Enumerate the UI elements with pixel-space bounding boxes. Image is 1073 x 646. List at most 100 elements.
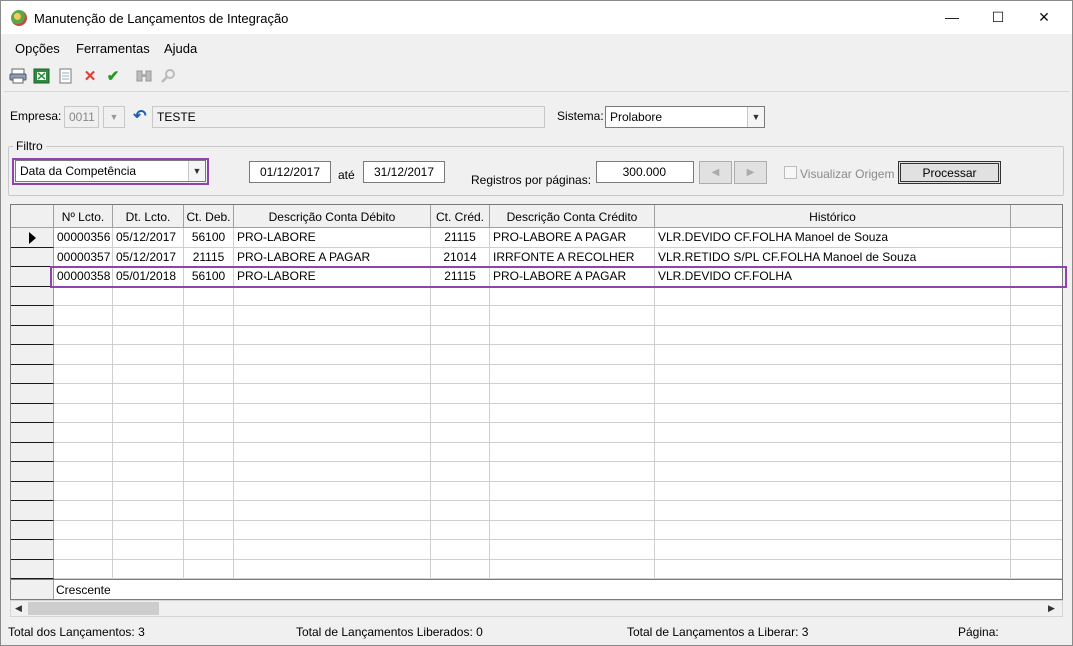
- cell-desc-debito[interactable]: [234, 520, 431, 540]
- cell-ctdeb[interactable]: 56100: [184, 228, 234, 248]
- cell-extra[interactable]: [1011, 521, 1062, 540]
- cell-nlcto[interactable]: [54, 306, 113, 326]
- cell-historico[interactable]: [655, 423, 1011, 443]
- cell-extra[interactable]: [1011, 501, 1062, 521]
- cell-extra[interactable]: [1011, 404, 1062, 423]
- close-button[interactable]: ✕: [1021, 1, 1067, 33]
- cell-nlcto[interactable]: [54, 286, 113, 306]
- cell-nlcto[interactable]: [54, 423, 113, 443]
- date-to-field[interactable]: 31/12/2017: [363, 161, 445, 183]
- menu-opcoes[interactable]: Opções: [15, 41, 60, 56]
- cell-ctcred[interactable]: [431, 462, 490, 482]
- cell-extra[interactable]: [1011, 462, 1062, 482]
- row-indicator[interactable]: [11, 462, 54, 482]
- cell-desc-credito[interactable]: [490, 481, 655, 501]
- date-from-field[interactable]: 01/12/2017: [249, 161, 331, 183]
- cell-nlcto[interactable]: [54, 345, 113, 365]
- cell-desc-credito[interactable]: [490, 540, 655, 560]
- cell-ctcred[interactable]: [431, 384, 490, 404]
- cell-historico[interactable]: [655, 520, 1011, 540]
- col-header-desc-credito[interactable]: Descrição Conta Crédito: [490, 205, 655, 228]
- cell-extra[interactable]: [1011, 287, 1062, 306]
- cell-dtlcto[interactable]: [113, 501, 184, 521]
- cell-ctcred[interactable]: 21014: [431, 247, 490, 267]
- cell-desc-debito[interactable]: [234, 540, 431, 560]
- cell-nlcto[interactable]: [54, 364, 113, 384]
- col-header-nlcto[interactable]: Nº Lcto.: [54, 205, 113, 228]
- cell-extra[interactable]: [1011, 248, 1062, 267]
- cell-desc-debito[interactable]: [234, 286, 431, 306]
- cell-ctdeb[interactable]: [184, 559, 234, 579]
- cell-desc-credito[interactable]: [490, 345, 655, 365]
- cell-extra[interactable]: [1011, 560, 1062, 579]
- cell-historico[interactable]: [655, 364, 1011, 384]
- cell-historico[interactable]: [655, 286, 1011, 306]
- cell-ctdeb[interactable]: [184, 442, 234, 462]
- processar-button[interactable]: Processar: [898, 161, 1001, 184]
- undo-icon[interactable]: ↶: [131, 107, 149, 125]
- cell-nlcto[interactable]: [54, 442, 113, 462]
- cell-desc-debito[interactable]: [234, 325, 431, 345]
- cell-dtlcto[interactable]: [113, 403, 184, 423]
- row-indicator[interactable]: [11, 345, 54, 365]
- cell-desc-debito[interactable]: [234, 364, 431, 384]
- cell-historico[interactable]: [655, 442, 1011, 462]
- cell-desc-credito[interactable]: PRO-LABORE A PAGAR: [490, 228, 655, 248]
- cell-dtlcto[interactable]: [113, 364, 184, 384]
- cell-historico[interactable]: [655, 559, 1011, 579]
- cell-extra[interactable]: [1011, 540, 1062, 560]
- cell-historico[interactable]: [655, 501, 1011, 521]
- cell-desc-debito[interactable]: [234, 403, 431, 423]
- cell-ctdeb[interactable]: [184, 540, 234, 560]
- cell-desc-credito[interactable]: [490, 423, 655, 443]
- cell-historico[interactable]: VLR.RETIDO S/PL CF.FOLHA Manoel de Souza: [655, 247, 1011, 267]
- cell-extra[interactable]: [1011, 228, 1062, 248]
- minimize-button[interactable]: —: [929, 1, 975, 33]
- cell-dtlcto[interactable]: [113, 520, 184, 540]
- cell-ctdeb[interactable]: [184, 306, 234, 326]
- cell-ctdeb[interactable]: [184, 345, 234, 365]
- cell-dtlcto[interactable]: [113, 540, 184, 560]
- cell-dtlcto[interactable]: [113, 325, 184, 345]
- cell-desc-debito[interactable]: [234, 559, 431, 579]
- row-indicator[interactable]: [11, 520, 54, 540]
- cell-desc-debito[interactable]: [234, 384, 431, 404]
- cell-dtlcto[interactable]: [113, 423, 184, 443]
- cell-ctcred[interactable]: [431, 442, 490, 462]
- cell-historico[interactable]: [655, 540, 1011, 560]
- scroll-right-icon[interactable]: ▶: [1048, 603, 1055, 614]
- row-indicator[interactable]: [11, 423, 54, 443]
- row-indicator[interactable]: [11, 540, 54, 560]
- cell-historico[interactable]: [655, 403, 1011, 423]
- menu-ferramentas[interactable]: Ferramentas: [76, 41, 150, 56]
- cell-desc-debito[interactable]: [234, 423, 431, 443]
- cell-desc-credito[interactable]: [490, 462, 655, 482]
- row-indicator[interactable]: [11, 501, 54, 521]
- cell-ctdeb[interactable]: [184, 501, 234, 521]
- cell-dtlcto[interactable]: 05/12/2017: [113, 247, 184, 267]
- next-page-button[interactable]: ▶: [734, 161, 767, 184]
- registros-field[interactable]: 300.000: [596, 161, 694, 183]
- cell-historico[interactable]: [655, 384, 1011, 404]
- cell-nlcto[interactable]: [54, 481, 113, 501]
- cell-extra[interactable]: [1011, 306, 1062, 326]
- col-header-historico[interactable]: Histórico: [655, 205, 1011, 228]
- empresa-code-field[interactable]: 0011: [64, 106, 99, 128]
- cell-ctdeb[interactable]: [184, 286, 234, 306]
- cell-extra[interactable]: [1011, 326, 1062, 345]
- row-indicator[interactable]: [11, 247, 54, 267]
- cell-extra[interactable]: [1011, 384, 1062, 404]
- cell-desc-credito[interactable]: [490, 384, 655, 404]
- cell-desc-credito[interactable]: [490, 286, 655, 306]
- cell-ctcred[interactable]: [431, 423, 490, 443]
- cell-extra[interactable]: [1011, 482, 1062, 501]
- search-icon[interactable]: [159, 67, 177, 85]
- document-icon[interactable]: [57, 67, 75, 85]
- cell-extra[interactable]: [1011, 443, 1062, 462]
- cell-dtlcto[interactable]: [113, 384, 184, 404]
- cell-dtlcto[interactable]: 05/12/2017: [113, 228, 184, 248]
- cell-desc-credito[interactable]: [490, 442, 655, 462]
- cell-ctdeb[interactable]: [184, 462, 234, 482]
- cell-historico[interactable]: VLR.DEVIDO CF.FOLHA Manoel de Souza: [655, 228, 1011, 248]
- confirm-icon[interactable]: ✔: [104, 67, 122, 85]
